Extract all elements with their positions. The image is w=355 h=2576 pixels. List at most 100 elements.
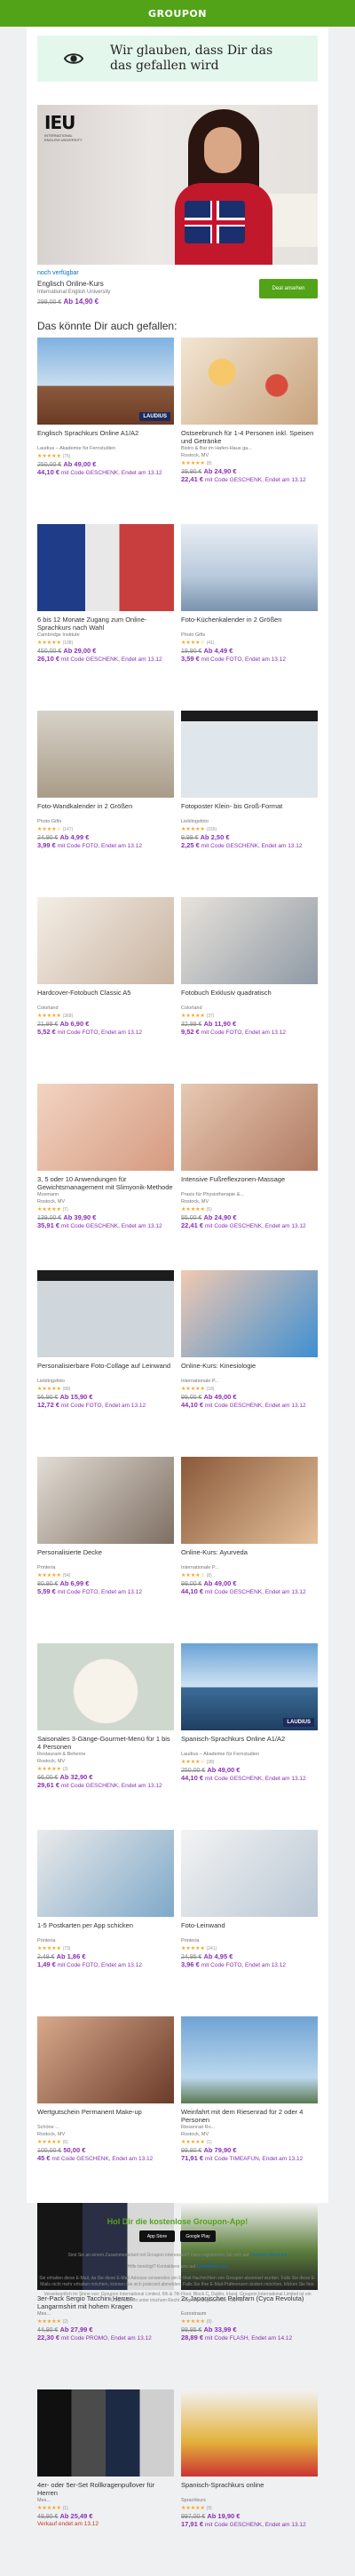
deal-title[interactable]: 1-5 Postkarten per App schicken [37, 1921, 174, 1937]
deal-new-price: Ab 24,90 € [203, 1213, 237, 1221]
deal-image[interactable] [181, 1457, 318, 1544]
deal-card[interactable]: 3, 5 oder 10 Anwendungen für Gewichtsman… [37, 1084, 174, 1270]
google-play-badge[interactable]: Google Play [180, 2230, 216, 2242]
deal-old-price: 56,90 € [37, 1395, 59, 1401]
deal-code: 22,41 € mit Code GESCHENK, Endet am 13.1… [181, 476, 318, 484]
deal-title[interactable]: Saisonales 3-Gänge-Gourmet-Menü für 1 bi… [37, 1735, 174, 1751]
deal-card[interactable]: Personalisierte Decke Printeria ★★★★★ (5… [37, 1457, 174, 1643]
deal-card[interactable]: Fotoposter Klein- bis Groß-Format Liebli… [181, 711, 318, 897]
deal-image[interactable] [37, 1830, 174, 1917]
deal-image[interactable] [181, 1084, 318, 1171]
deal-code: 44,10 € mit Code GESCHENK, Endet am 13.1… [181, 1402, 318, 1410]
deal-image[interactable] [37, 1270, 174, 1357]
deal-card[interactable]: Wertgutschein Permanent Make-up Schöne .… [37, 2016, 174, 2203]
deal-title[interactable]: 4er- oder 5er-Set Rollkragenpullover für… [37, 2481, 174, 2497]
deal-image[interactable] [181, 338, 318, 425]
deal-new-price: Ab 49,00 € [203, 1393, 237, 1401]
deal-card[interactable]: Intensive Fußreflexzonen-Massage Praxis … [181, 1084, 318, 1270]
deal-price: 2,49 € Ab 1,86 € [37, 1952, 174, 1960]
contact-link[interactable]: Kontaktiere uns [197, 2264, 228, 2270]
deal-card[interactable]: LAUDIUS Englisch Sprachkurs Online A1/A2… [37, 338, 174, 524]
deal-card[interactable]: Hardcover-Fotobuch Classic A5 Colorland … [37, 897, 174, 1084]
deal-title[interactable]: Online-Kurs: Kinesiologie [181, 1362, 318, 1378]
deal-card[interactable]: Online-Kurs: Ayurveda Internationale P..… [181, 1457, 318, 1643]
deal-new-price: Ab 49,00 € [207, 1766, 241, 1774]
deal-image[interactable] [37, 524, 174, 611]
deal-title[interactable]: Englisch Sprachkurs Online A1/A2 [37, 429, 174, 445]
deal-title[interactable]: Wertgutschein Permanent Make-up [37, 2108, 174, 2124]
laudius-badge: LAUDIUS [139, 412, 170, 421]
deal-title[interactable]: 6 bis 12 Monate Zugang zum Online-Sprach… [37, 616, 174, 632]
deal-image[interactable] [37, 1084, 174, 1171]
deal-title[interactable]: Foto-Leinwand [181, 1921, 318, 1937]
deal-merchant: Laudius – Akademie für Fernstudien [37, 446, 116, 451]
deal-card[interactable]: Saisonales 3-Gänge-Gourmet-Menü für 1 bi… [37, 1643, 174, 1830]
deal-title[interactable]: 3, 5 oder 10 Anwendungen für Gewichtsman… [37, 1175, 174, 1191]
deal-code-price: 3,59 € [181, 655, 200, 663]
deal-card[interactable]: LAUDIUS Spanisch-Sprachkurs Online A1/A2… [181, 1643, 318, 1830]
deal-image[interactable] [37, 711, 174, 798]
groupon-logo[interactable]: GROUPON [148, 8, 207, 20]
deal-card[interactable]: 6 bis 12 Monate Zugang zum Online-Sprach… [37, 524, 174, 711]
deal-image[interactable] [37, 2389, 174, 2477]
deal-title[interactable]: Hardcover-Fotobuch Classic A5 [37, 989, 174, 1005]
deal-title[interactable]: Personalisierbare Foto-Collage auf Leinw… [37, 1362, 174, 1378]
deal-new-price: Ab 1,86 € [56, 1952, 86, 1960]
deal-title[interactable]: Spanisch-Sprachkurs Online A1/A2 [181, 1735, 318, 1751]
view-deal-button[interactable]: Deal ansehen [259, 279, 318, 298]
deal-image[interactable] [181, 1270, 318, 1357]
deal-title[interactable]: Spanisch-Sprachkurs online [181, 2481, 318, 2497]
deal-price: 250,00 € Ab 49,00 € [37, 460, 174, 468]
deal-card[interactable]: 1-5 Postkarten per App schicken Printeri… [37, 1830, 174, 2016]
deal-image[interactable] [37, 2016, 174, 2103]
deal-card[interactable]: Ostseebrunch für 1-4 Personen inkl. Spei… [181, 338, 318, 524]
deal-new-price: Ab 4,95 € [203, 1952, 233, 1960]
rating-stars: ★★★★★ (54) [37, 1572, 174, 1578]
deal-title[interactable]: Fotobuch Exklusiv quadratisch [181, 989, 318, 1005]
deal-card[interactable]: Foto-Leinwand Printeria ★★★★★ (241) 24,9… [181, 1830, 318, 2016]
deal-merchant: Mes... [37, 2498, 51, 2503]
deal-card[interactable]: Foto-Küchenkalender in 2 Größen Photo Gi… [181, 524, 318, 711]
deal-old-price: 24,90 € [37, 835, 59, 841]
deal-image[interactable] [37, 897, 174, 984]
deal-image[interactable] [181, 524, 318, 611]
deal-card[interactable]: Spanisch-Sprachkurs online Sprachkurs ★★… [181, 2389, 318, 2576]
deal-card[interactable]: Online-Kurs: Kinesiologie Internationale… [181, 1270, 318, 1457]
deal-image[interactable] [181, 711, 318, 798]
deal-title[interactable]: Ostseebrunch für 1-4 Personen inkl. Spei… [181, 429, 318, 445]
app-store-badge[interactable]: App Store [139, 2230, 175, 2242]
deal-price: 56,90 € Ab 15,90 € [37, 1393, 174, 1401]
deal-image[interactable] [181, 897, 318, 984]
review-count: (9) [206, 2506, 212, 2511]
merchant-link[interactable]: Groupon Merchant [250, 2253, 288, 2258]
deal-code: 17,91 € mit Code GESCHENK, Endet am 13.1… [181, 2521, 318, 2529]
deal-card[interactable]: Foto-Wandkalender in 2 Größen Photo Gift… [37, 711, 174, 897]
rating-stars: ★★★★☆ (41) [181, 640, 318, 646]
deal-old-price: 99,80 € [181, 2148, 202, 2154]
deal-title[interactable]: Weinfahrt mit dem Riesenrad für 2 oder 4… [181, 2108, 318, 2124]
deal-image[interactable] [181, 2016, 318, 2103]
deal-old-price: 55,00 € [181, 1215, 202, 1221]
deal-image[interactable]: LAUDIUS [181, 1643, 318, 1730]
deal-image[interactable] [37, 1643, 174, 1730]
deal-title[interactable]: Foto-Küchenkalender in 2 Größen [181, 616, 318, 632]
deal-title[interactable]: Fotoposter Klein- bis Groß-Format [181, 802, 318, 818]
deal-card[interactable]: Fotobuch Exklusiv quadratisch Colorland … [181, 897, 318, 1084]
deal-card[interactable]: 4er- oder 5er-Set Rollkragenpullover für… [37, 2389, 174, 2576]
deal-image[interactable]: LAUDIUS [37, 338, 174, 425]
deal-code: 26,10 € mit Code GESCHENK, Endet am 13.1… [37, 656, 174, 664]
deal-title[interactable]: Foto-Wandkalender in 2 Größen [37, 802, 174, 818]
deal-card[interactable]: Weinfahrt mit dem Riesenrad für 2 oder 4… [181, 2016, 318, 2203]
deal-card[interactable]: Personalisierbare Foto-Collage auf Leinw… [37, 1270, 174, 1457]
deal-title[interactable]: Intensive Fußreflexzonen-Massage [181, 1175, 318, 1191]
deal-merchant: Photo Gifts [181, 632, 206, 638]
hero-image[interactable]: IEU INTERNATIONAL ENGLISH UNIVERSITY [37, 105, 318, 265]
deal-title[interactable]: Personalisierte Decke [37, 1548, 174, 1564]
review-count: (73) [62, 1946, 71, 1952]
deal-image[interactable] [181, 2389, 318, 2477]
deal-image[interactable] [181, 1830, 318, 1917]
deal-image[interactable] [37, 1457, 174, 1544]
deal-title[interactable]: Online-Kurs: Ayurveda [181, 1548, 318, 1564]
deal-code-text: mit Code GESCHENK, Endet am 13.12 [204, 1403, 306, 1409]
deal-code-price: 1,49 € [37, 1960, 56, 1968]
